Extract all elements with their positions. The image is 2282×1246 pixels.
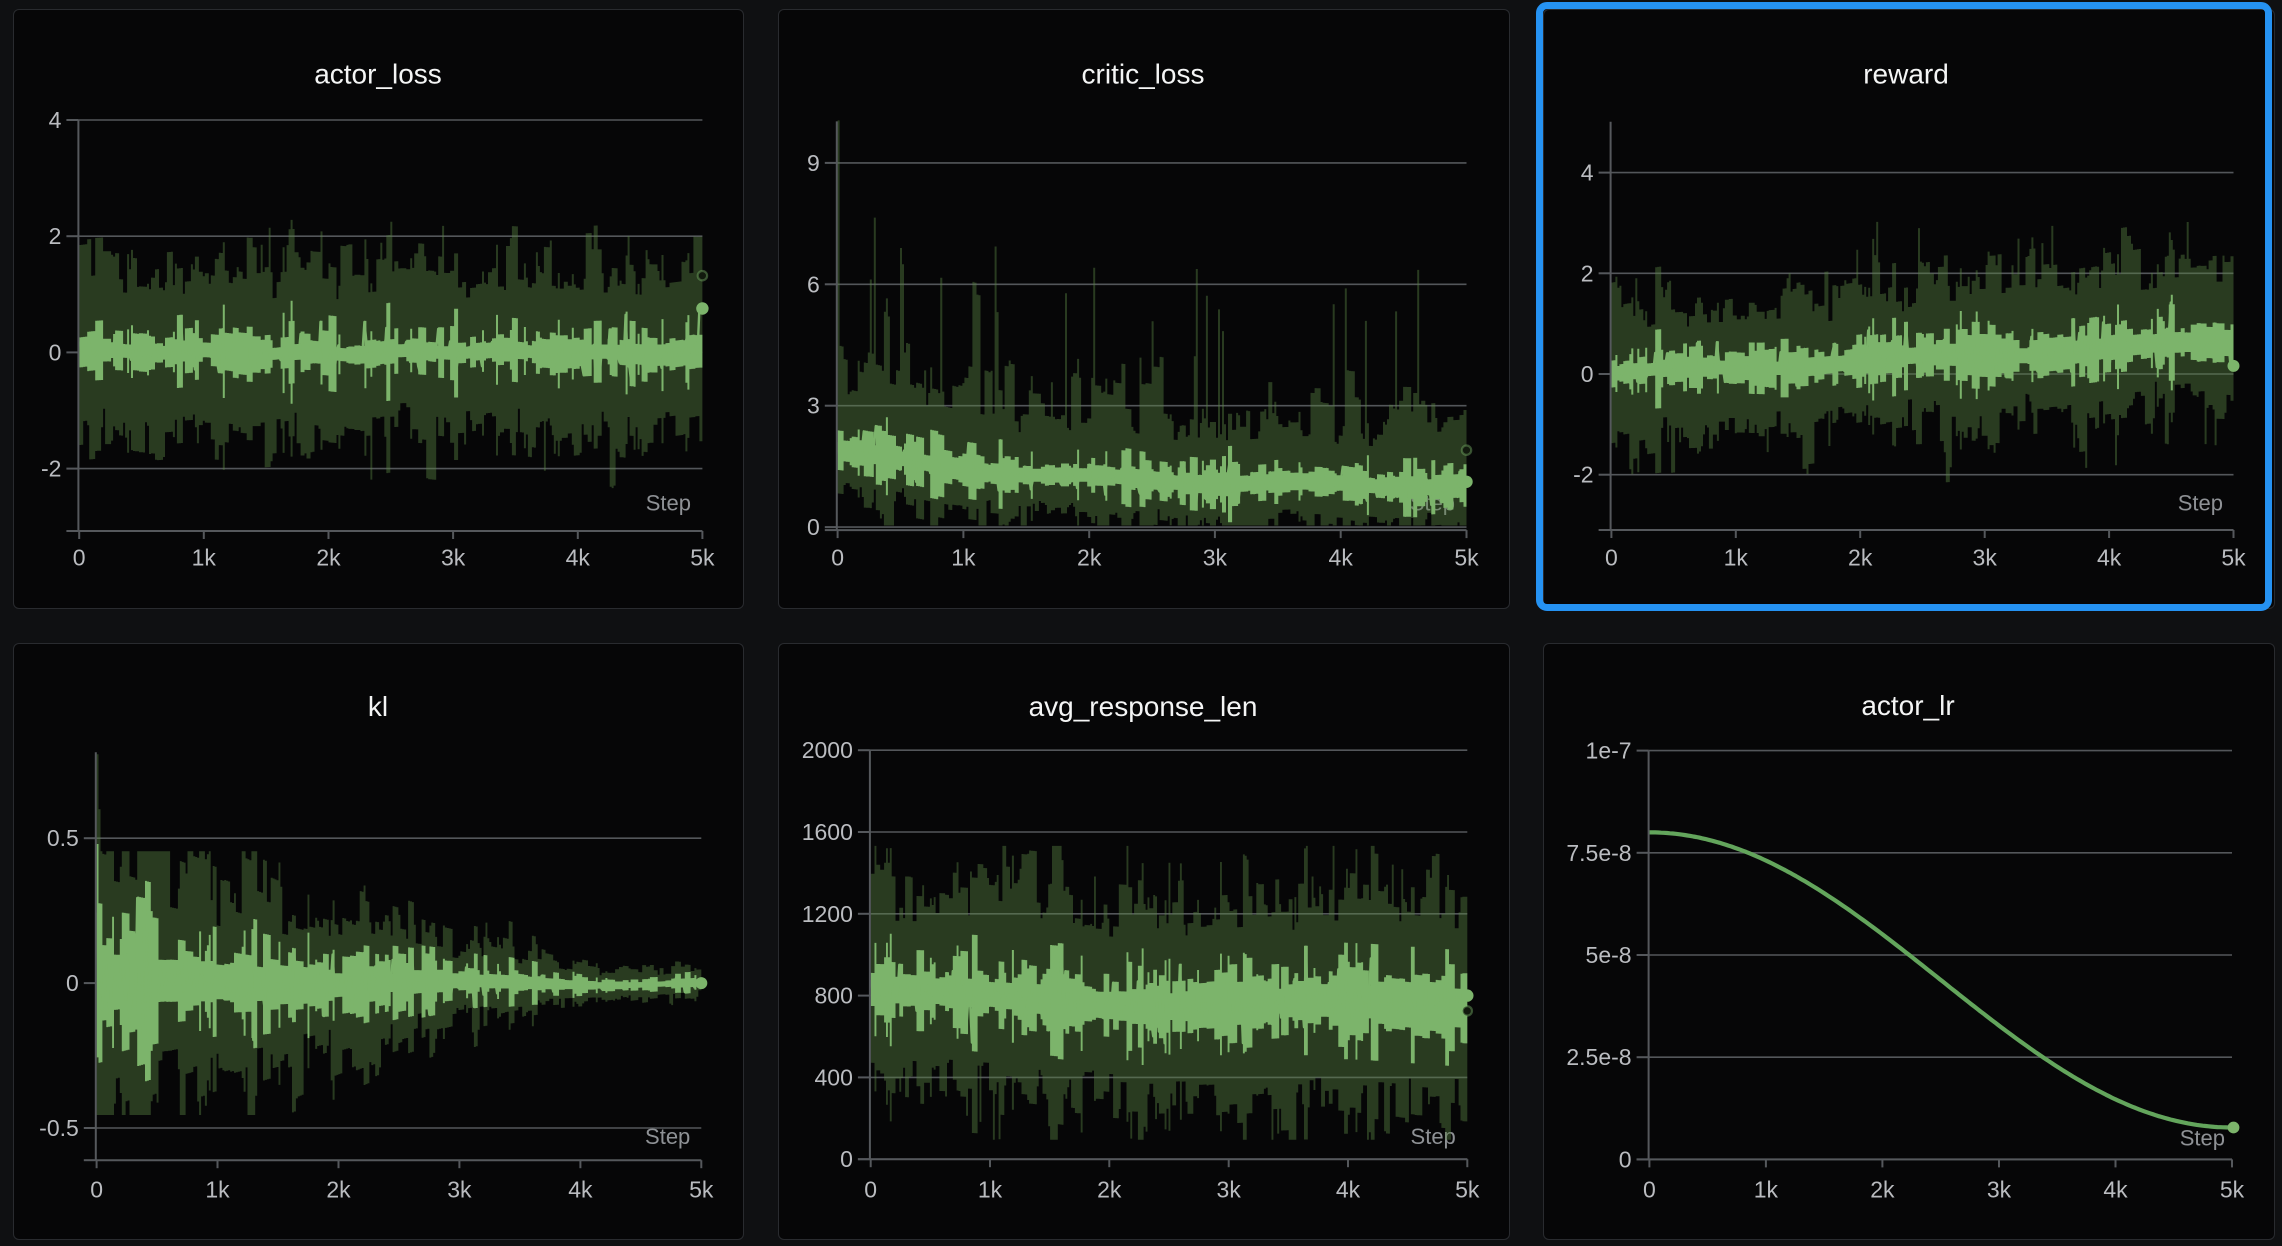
svg-text:3k: 3k: [1987, 1176, 2012, 1202]
svg-text:7.5e-8: 7.5e-8: [1566, 840, 1631, 866]
svg-text:2.5e-8: 2.5e-8: [1566, 1044, 1631, 1070]
svg-text:2k: 2k: [1870, 1176, 1895, 1202]
svg-text:0: 0: [1643, 1176, 1656, 1202]
svg-text:0: 0: [1619, 1146, 1632, 1172]
svg-text:1e-7: 1e-7: [1586, 738, 1632, 764]
svg-text:1k: 1k: [1754, 1176, 1779, 1202]
svg-text:actor_lr: actor_lr: [1861, 690, 1954, 721]
svg-text:5e-8: 5e-8: [1586, 942, 1632, 968]
svg-text:5k: 5k: [2220, 1176, 2245, 1202]
svg-text:Step: Step: [2180, 1126, 2225, 1151]
svg-text:4k: 4k: [2103, 1176, 2128, 1202]
